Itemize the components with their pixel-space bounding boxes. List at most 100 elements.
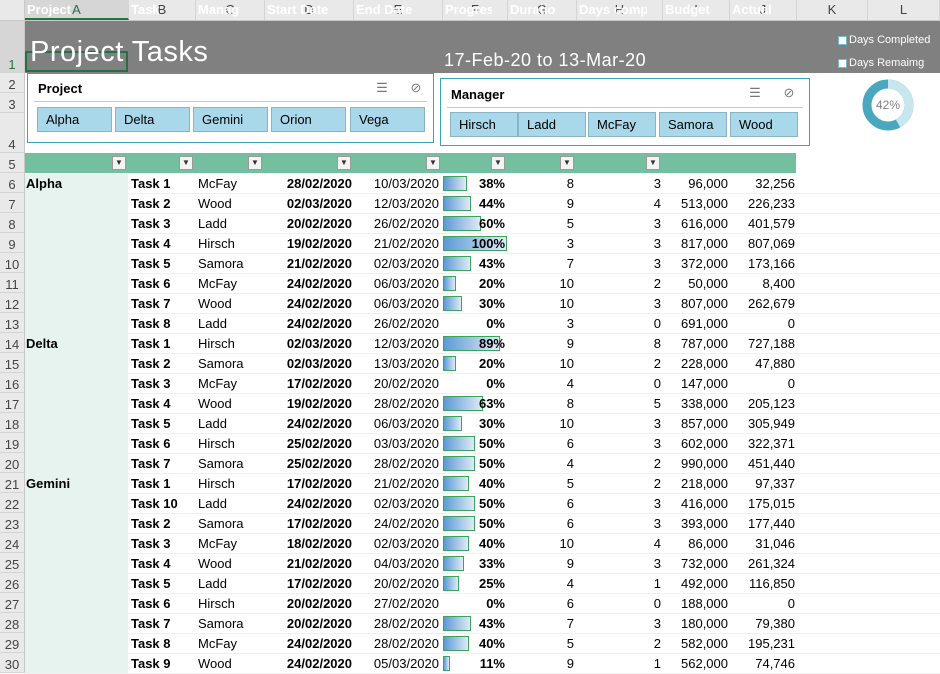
cell-task[interactable]: Task 10 — [131, 494, 195, 514]
cell-start-date[interactable]: 24/02/2020 — [266, 494, 352, 514]
filter-dropdown-icon[interactable]: ▼ — [112, 156, 126, 170]
cell-progress[interactable]: 60% — [445, 214, 505, 234]
cell-duration[interactable]: 10 — [510, 414, 574, 434]
cell-task[interactable]: Task 2 — [131, 194, 195, 214]
cell-progress[interactable]: 50% — [445, 494, 505, 514]
cell-actual[interactable]: 173,166 — [732, 254, 795, 274]
cell-project[interactable] — [26, 354, 126, 374]
cell-actual[interactable]: 807,069 — [732, 234, 795, 254]
row-header-7[interactable]: 7 — [0, 193, 24, 213]
cell-start-date[interactable]: 17/02/2020 — [266, 474, 352, 494]
row-header-10[interactable]: 10 — [0, 253, 24, 273]
cell-duration[interactable]: 8 — [510, 394, 574, 414]
row-header-9[interactable]: 9 — [0, 233, 24, 253]
slicer-button-hirsch[interactable]: Hirsch — [450, 112, 518, 137]
cell-progress[interactable]: 89% — [445, 334, 505, 354]
row-header-3[interactable]: 3 — [0, 93, 24, 113]
cell-actual[interactable]: 31,046 — [732, 534, 795, 554]
row-header-26[interactable]: 26 — [0, 573, 24, 593]
cell-budget[interactable]: 990,000 — [665, 454, 728, 474]
cell-start-date[interactable]: 02/03/2020 — [266, 354, 352, 374]
cell-actual[interactable]: 0 — [732, 374, 795, 394]
cell-manager[interactable]: Hirsch — [198, 474, 264, 494]
cell-start-date[interactable]: 25/02/2020 — [266, 454, 352, 474]
cell-days-completed[interactable]: 3 — [579, 434, 661, 454]
cell-end-date[interactable]: 12/03/2020 — [355, 194, 439, 214]
cell-end-date[interactable]: 26/02/2020 — [355, 314, 439, 334]
cell-progress[interactable]: 50% — [445, 454, 505, 474]
cell-actual[interactable]: 401,579 — [732, 214, 795, 234]
cell-actual[interactable]: 0 — [732, 594, 795, 614]
cell-budget[interactable]: 787,000 — [665, 334, 728, 354]
cell-days-completed[interactable]: 2 — [579, 454, 661, 474]
cell-duration[interactable]: 5 — [510, 474, 574, 494]
cell-manager[interactable]: Wood — [198, 554, 264, 574]
cell-days-completed[interactable]: 3 — [579, 554, 661, 574]
cell-budget[interactable]: 393,000 — [665, 514, 728, 534]
cell-end-date[interactable]: 06/03/2020 — [355, 274, 439, 294]
row-header-14[interactable]: 14 — [0, 333, 24, 353]
cell-task[interactable]: Task 7 — [131, 614, 195, 634]
cell-budget[interactable]: 513,000 — [665, 194, 728, 214]
cell-duration[interactable]: 5 — [510, 634, 574, 654]
cell-project[interactable] — [26, 394, 126, 414]
row-header-25[interactable]: 25 — [0, 553, 24, 573]
cell-duration[interactable]: 7 — [510, 254, 574, 274]
cell-task[interactable]: Task 5 — [131, 254, 195, 274]
cell-progress[interactable]: 44% — [445, 194, 505, 214]
cell-progress[interactable]: 38% — [445, 174, 505, 194]
select-all-corner[interactable] — [0, 0, 25, 20]
cell-task[interactable]: Task 6 — [131, 274, 195, 294]
cell-actual[interactable]: 262,679 — [732, 294, 795, 314]
cell-actual[interactable]: 74,746 — [732, 654, 795, 674]
cell-project[interactable] — [26, 314, 126, 334]
cell-task[interactable]: Task 4 — [131, 394, 195, 414]
cell-budget[interactable]: 228,000 — [665, 354, 728, 374]
cell-start-date[interactable]: 19/02/2020 — [266, 234, 352, 254]
cell-actual[interactable]: 205,123 — [732, 394, 795, 414]
cell-end-date[interactable]: 27/02/2020 — [355, 594, 439, 614]
cell-project[interactable] — [26, 574, 126, 594]
cell-days-completed[interactable]: 3 — [579, 514, 661, 534]
cell-progress[interactable]: 43% — [445, 254, 505, 274]
cell-days-completed[interactable]: 3 — [579, 614, 661, 634]
cell-budget[interactable]: 492,000 — [665, 574, 728, 594]
cell-budget[interactable]: 602,000 — [665, 434, 728, 454]
filter-dropdown-icon[interactable]: ▼ — [560, 156, 574, 170]
cell-task[interactable]: Task 6 — [131, 434, 195, 454]
cell-manager[interactable]: McFay — [198, 634, 264, 654]
cell-progress[interactable]: 30% — [445, 294, 505, 314]
cell-days-completed[interactable]: 2 — [579, 634, 661, 654]
cell-start-date[interactable]: 24/02/2020 — [266, 294, 352, 314]
cell-end-date[interactable]: 28/02/2020 — [355, 454, 439, 474]
multi-select-icon[interactable]: ☰ — [374, 81, 390, 95]
cell-days-completed[interactable]: 2 — [579, 354, 661, 374]
cell-duration[interactable]: 9 — [510, 654, 574, 674]
cell-manager[interactable]: McFay — [198, 174, 264, 194]
cell-progress[interactable]: 11% — [445, 654, 505, 674]
cell-progress[interactable]: 50% — [445, 434, 505, 454]
cell-progress[interactable]: 33% — [445, 554, 505, 574]
cell-task[interactable]: Task 3 — [131, 214, 195, 234]
cell-task[interactable]: Task 7 — [131, 454, 195, 474]
cell-manager[interactable]: Hirsch — [198, 234, 264, 254]
cell-progress[interactable]: 25% — [445, 574, 505, 594]
cell-end-date[interactable]: 20/02/2020 — [355, 374, 439, 394]
cell-end-date[interactable]: 20/02/2020 — [355, 574, 439, 594]
cell-task[interactable]: Task 4 — [131, 554, 195, 574]
slicer-button-alpha[interactable]: Alpha — [37, 107, 112, 132]
cell-progress[interactable]: 50% — [445, 514, 505, 534]
cell-task[interactable]: Task 1 — [131, 174, 195, 194]
filter-dropdown-icon[interactable]: ▼ — [646, 156, 660, 170]
cell-budget[interactable]: 218,000 — [665, 474, 728, 494]
cell-progress[interactable]: 40% — [445, 474, 505, 494]
row-header-27[interactable]: 27 — [0, 593, 24, 613]
column-header-l[interactable]: L — [868, 0, 940, 20]
cell-progress[interactable]: 0% — [445, 594, 505, 614]
cell-actual[interactable]: 261,324 — [732, 554, 795, 574]
cell-actual[interactable]: 116,850 — [732, 574, 795, 594]
cell-budget[interactable]: 96,000 — [665, 174, 728, 194]
cell-progress[interactable]: 40% — [445, 534, 505, 554]
cell-budget[interactable]: 732,000 — [665, 554, 728, 574]
cell-budget[interactable]: 372,000 — [665, 254, 728, 274]
